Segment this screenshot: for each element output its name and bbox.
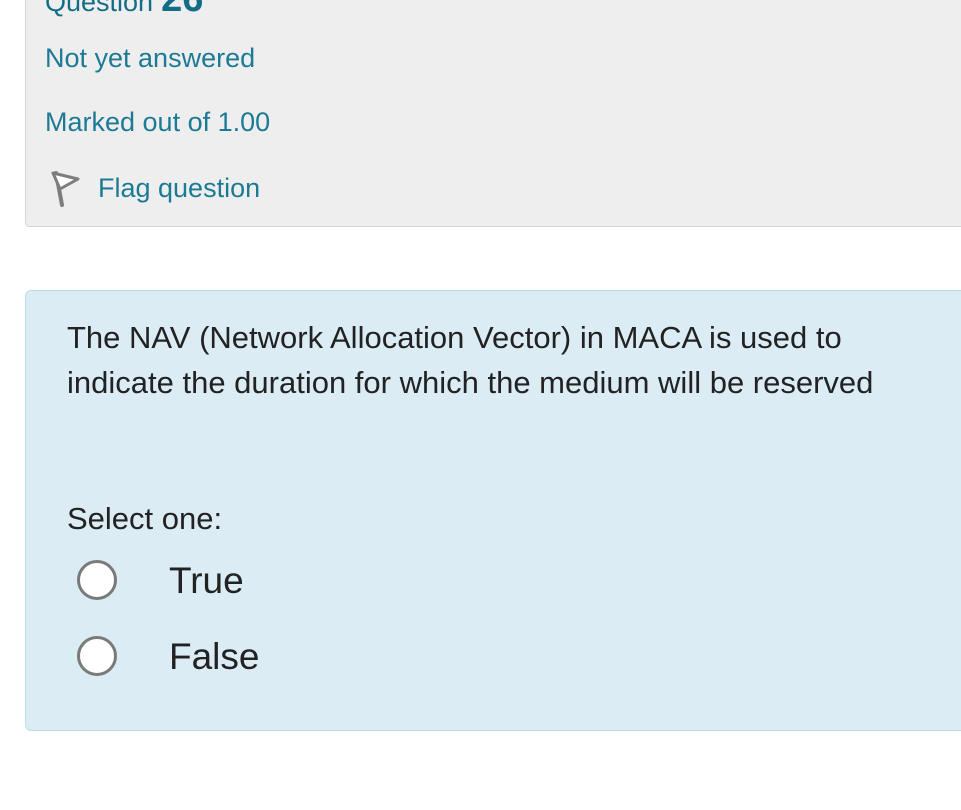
flag-icon[interactable] [48,168,82,208]
answer-label-true[interactable]: True [169,562,244,599]
flag-question-button[interactable]: Flag question [48,168,260,208]
question-info-panel: Question 26 Not yet answered Marked out o… [25,0,961,227]
flag-question-link[interactable]: Flag question [98,174,260,202]
question-heading: Question 26 [45,0,203,18]
answer-label-false[interactable]: False [169,638,259,675]
answer-option-false[interactable]: False [77,636,259,676]
question-text: The NAV (Network Allocation Vector) in M… [67,320,874,400]
select-one-prompt: Select one: [67,501,223,536]
answer-option-true[interactable]: True [77,560,244,600]
question-grade: Marked out of 1.00 [45,107,271,137]
radio-true[interactable] [77,560,117,600]
question-label: Question [45,0,154,17]
quiz-page: Question 26 Not yet answered Marked out o… [0,0,961,810]
question-number: 26 [161,0,203,20]
radio-false[interactable] [77,636,117,676]
question-content-panel: The NAV (Network Allocation Vector) in M… [25,290,961,731]
question-state: Not yet answered [45,43,256,73]
